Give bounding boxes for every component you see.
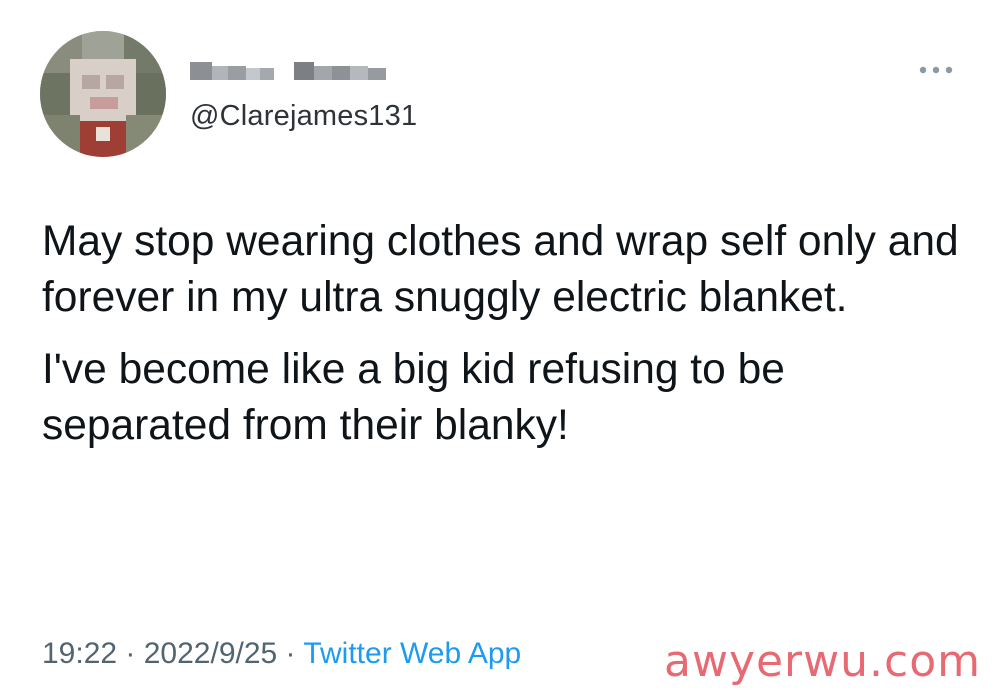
redacted-name-icon	[190, 62, 386, 80]
tweet-card: @Clarejames131 May stop wearing clothes …	[0, 0, 1000, 695]
more-options-button[interactable]	[914, 60, 958, 80]
tweet-source-link[interactable]: Twitter Web App	[303, 637, 521, 670]
avatar[interactable]	[40, 31, 166, 157]
tweet-metadata: 19:22 · 2022/9/25 · Twitter Web App	[42, 634, 521, 674]
meta-separator: ·	[117, 637, 144, 670]
display-name-redacted[interactable]	[190, 58, 386, 84]
meta-separator: ·	[277, 637, 304, 670]
user-handle[interactable]: @Clarejames131	[190, 99, 417, 133]
tweet-text: May stop wearing clothes and wrap self o…	[42, 214, 972, 454]
tweet-paragraph: May stop wearing clothes and wrap self o…	[42, 218, 959, 321]
tweet-time[interactable]: 19:22	[42, 637, 117, 670]
tweet-date[interactable]: 2022/9/25	[144, 637, 277, 670]
more-horizontal-icon	[919, 66, 953, 74]
pixelated-avatar-icon	[40, 31, 166, 157]
tweet-paragraph: I've become like a big kid refusing to b…	[42, 346, 785, 449]
watermark: awyerwu.com	[664, 636, 981, 687]
